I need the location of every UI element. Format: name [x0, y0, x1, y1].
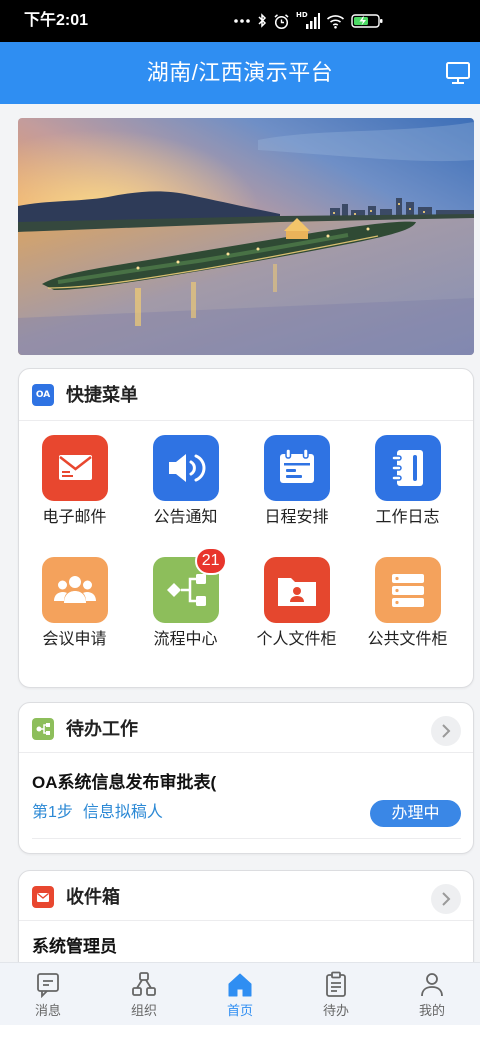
notebook-icon — [374, 435, 441, 501]
divider — [32, 838, 461, 839]
menu-item-label: 公告通知 — [153, 509, 218, 526]
mail-icon — [32, 886, 54, 908]
pending-more-button[interactable] — [431, 716, 461, 746]
menu-item-announcement[interactable]: 公告通知 — [130, 435, 241, 557]
divider — [19, 420, 473, 421]
tab-label: 首页 — [226, 1003, 253, 1018]
mail-sender[interactable]: 系统管理员 — [32, 935, 117, 959]
speaker-icon — [152, 435, 219, 501]
menu-item-label: 个人文件柜 — [256, 631, 337, 648]
tab-label: 待办 — [322, 1003, 349, 1018]
menu-item-label: 流程中心 — [153, 631, 218, 648]
home-icon — [228, 973, 252, 997]
bluetooth-icon — [258, 13, 267, 28]
menu-item-label: 公共文件柜 — [367, 631, 448, 648]
tab-home[interactable]: 首页 — [192, 963, 288, 1025]
menu-item-label: 电子邮件 — [42, 509, 107, 526]
message-icon — [37, 973, 59, 998]
monitor-button[interactable] — [444, 59, 472, 87]
menu-item-label: 日程安排 — [264, 509, 329, 526]
app-header: 湖南/江西演示平台 — [0, 42, 480, 104]
divider — [19, 752, 473, 753]
page-title: 湖南/江西演示平台 — [146, 60, 334, 85]
task-step-number: 第1步 — [32, 804, 73, 821]
clipboard-icon — [326, 971, 346, 997]
bottom-strip — [0, 1025, 480, 1040]
tab-label: 组织 — [130, 1003, 157, 1018]
status-time: 下午2:01 — [24, 12, 89, 29]
divider — [19, 920, 473, 921]
menu-item-process-center[interactable]: 21 流程中心 — [130, 547, 241, 679]
task-step: 第1步 信息拟稿人 — [32, 803, 163, 823]
chevron-right-icon — [442, 892, 451, 906]
inbox-title: 收件箱 — [66, 887, 120, 907]
menu-item-personal-cabinet[interactable]: 个人文件柜 — [241, 557, 352, 679]
alarm-icon — [274, 13, 289, 29]
calendar-icon — [263, 435, 330, 501]
status-badge[interactable]: 办理中 — [370, 800, 461, 827]
banner-image[interactable] — [18, 118, 474, 355]
org-icon — [132, 972, 156, 996]
more-dots-icon — [234, 19, 250, 23]
status-bar: 下午2:01 HD — [0, 0, 480, 42]
personal-folder-icon — [263, 557, 330, 623]
task-step-node: 信息拟稿人 — [82, 804, 163, 821]
menu-item-meeting-request[interactable]: 会议申请 — [19, 557, 130, 679]
quick-menu-grid: 电子邮件 公告通知 日程安排 工作日志 会议申请 21 流程中心 个人文件柜 公… — [19, 435, 463, 679]
pending-title: 待办工作 — [66, 719, 138, 739]
status-icons: HD — [232, 11, 384, 31]
monitor-icon — [446, 62, 470, 84]
signal-hd-label: HD — [296, 11, 308, 19]
menu-item-email[interactable]: 电子邮件 — [19, 435, 130, 557]
cabinet-icon — [374, 557, 441, 623]
people-icon — [41, 557, 108, 623]
wifi-icon — [326, 14, 345, 29]
tab-label: 我的 — [418, 1003, 445, 1018]
menu-item-label: 工作日志 — [375, 509, 440, 526]
signal-icon: HD — [296, 11, 320, 30]
notification-badge: 21 — [194, 547, 227, 575]
mail-icon — [41, 435, 108, 501]
flow-icon: 21 — [152, 547, 227, 623]
oa-icon: OA — [32, 384, 54, 406]
menu-item-public-cabinet[interactable]: 公共文件柜 — [352, 557, 463, 679]
battery-charging-icon — [351, 14, 383, 28]
oa-icon-text: OA — [35, 390, 51, 400]
menu-item-label: 会议申请 — [42, 631, 107, 648]
menu-item-work-log[interactable]: 工作日志 — [352, 435, 463, 557]
tab-messages[interactable]: 消息 — [0, 963, 96, 1025]
quick-menu-title: 快捷菜单 — [66, 385, 138, 405]
user-icon — [421, 973, 443, 997]
chevron-right-icon — [442, 724, 451, 738]
tab-todo[interactable]: 待办 — [288, 963, 384, 1025]
flow-icon — [32, 718, 54, 740]
inbox-more-button[interactable] — [431, 884, 461, 914]
pending-work-card: 待办工作 OA系统信息发布审批表( 第1步 信息拟稿人 办理中 — [18, 702, 474, 854]
bottom-tabbar: 消息 组织 首页 待办 我的 — [0, 962, 480, 1025]
tab-label: 消息 — [34, 1003, 61, 1018]
menu-item-schedule[interactable]: 日程安排 — [241, 435, 352, 557]
tab-profile[interactable]: 我的 — [384, 963, 480, 1025]
quick-menu-card: OA 快捷菜单 电子邮件 公告通知 日程安排 工作日志 会议申请 21 流程中心… — [18, 368, 474, 688]
task-title[interactable]: OA系统信息发布审批表( — [32, 771, 216, 795]
tab-organization[interactable]: 组织 — [96, 963, 192, 1025]
landscape-photo — [18, 118, 474, 355]
